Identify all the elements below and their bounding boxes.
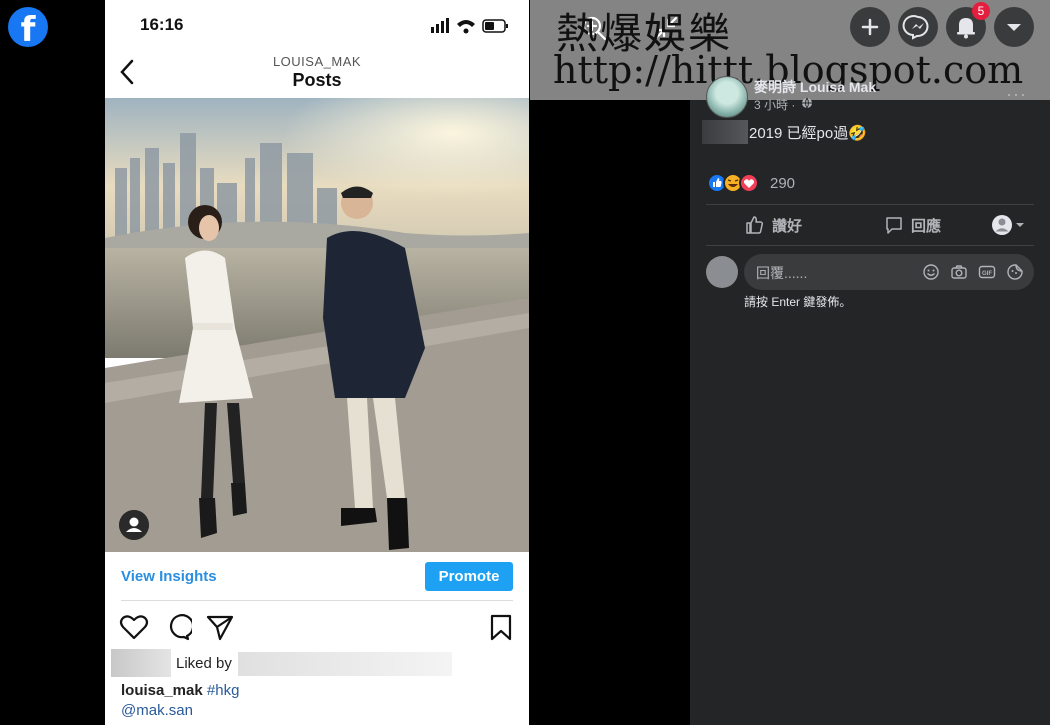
divider — [121, 600, 513, 601]
like-label: 讚好 — [772, 218, 803, 235]
promote-button[interactable]: Promote — [425, 562, 513, 591]
liked-by-names — [238, 652, 452, 676]
status-icons — [431, 18, 508, 34]
post-text: 2019 已經po過🤣 — [749, 125, 867, 142]
account-menu-button[interactable] — [994, 7, 1034, 47]
divider — [706, 245, 1034, 246]
liked-by-label: Liked by — [176, 655, 232, 672]
caption-mention[interactable]: @mak.san — [121, 702, 193, 719]
commenter-avatar[interactable] — [706, 256, 738, 288]
audience-selector[interactable] — [990, 213, 1030, 237]
reaction-count[interactable]: 290 — [770, 175, 795, 192]
view-insights-link[interactable]: View Insights — [121, 568, 217, 585]
comment-label: 回應 — [911, 218, 942, 235]
post-options-button[interactable]: ··· — [1006, 84, 1027, 105]
instagram-screenshot: 16:16 LOUISA_MAK Posts View Insights Pro… — [105, 0, 529, 725]
caret-down-icon — [1007, 24, 1021, 31]
facebook-logo-icon[interactable]: f — [8, 7, 48, 47]
comment-placeholder: 回覆...... — [756, 265, 808, 281]
notification-badge: 5 — [972, 2, 990, 20]
plus-icon — [861, 18, 879, 36]
page-title: Posts — [292, 70, 342, 90]
camera-icon[interactable] — [950, 263, 968, 281]
caption-username[interactable]: louisa_mak — [121, 682, 203, 699]
phone-status-bar: 16:16 — [105, 0, 529, 50]
author-name[interactable]: 麥明詩 Louisa Mak — [754, 77, 876, 97]
like-button[interactable]: 讚好 — [745, 213, 845, 237]
post-timestamp[interactable]: 3 小時 · — [754, 96, 795, 113]
heart-icon[interactable] — [119, 612, 149, 642]
post-caption: louisa_mak #hkg — [121, 682, 239, 699]
gif-label: GIF — [982, 271, 992, 277]
nav-username: LOUISA_MAK — [272, 54, 362, 69]
bookmark-icon[interactable] — [487, 612, 515, 642]
messenger-button[interactable] — [898, 7, 938, 47]
post-photo[interactable] — [105, 98, 529, 552]
liked-by-avatar — [111, 649, 171, 677]
smiley-icon[interactable] — [922, 263, 940, 281]
redacted-text — [702, 120, 748, 144]
enter-hint: 請按 Enter 鍵發佈。 — [744, 295, 852, 309]
comment-bubble-icon[interactable] — [162, 612, 192, 642]
status-time: 16:16 — [140, 15, 184, 34]
divider — [706, 204, 1034, 205]
add-button[interactable] — [850, 7, 890, 47]
send-icon[interactable] — [205, 612, 235, 642]
comment-icon — [886, 217, 902, 234]
caption-hashtag[interactable]: #hkg — [207, 682, 240, 699]
reaction-icons[interactable] — [707, 173, 765, 193]
globe-icon — [802, 97, 812, 109]
tagged-user-icon[interactable] — [119, 510, 149, 540]
comment-input[interactable]: 回覆...... GIF — [744, 254, 1034, 290]
comment-button[interactable]: 回應 — [884, 213, 984, 237]
author-avatar[interactable] — [706, 76, 748, 118]
thumb-up-icon — [746, 216, 764, 234]
facebook-post-area — [690, 100, 1050, 725]
sticker-icon[interactable] — [1006, 263, 1024, 281]
messenger-icon — [902, 15, 929, 40]
gif-icon[interactable]: GIF — [978, 263, 996, 281]
